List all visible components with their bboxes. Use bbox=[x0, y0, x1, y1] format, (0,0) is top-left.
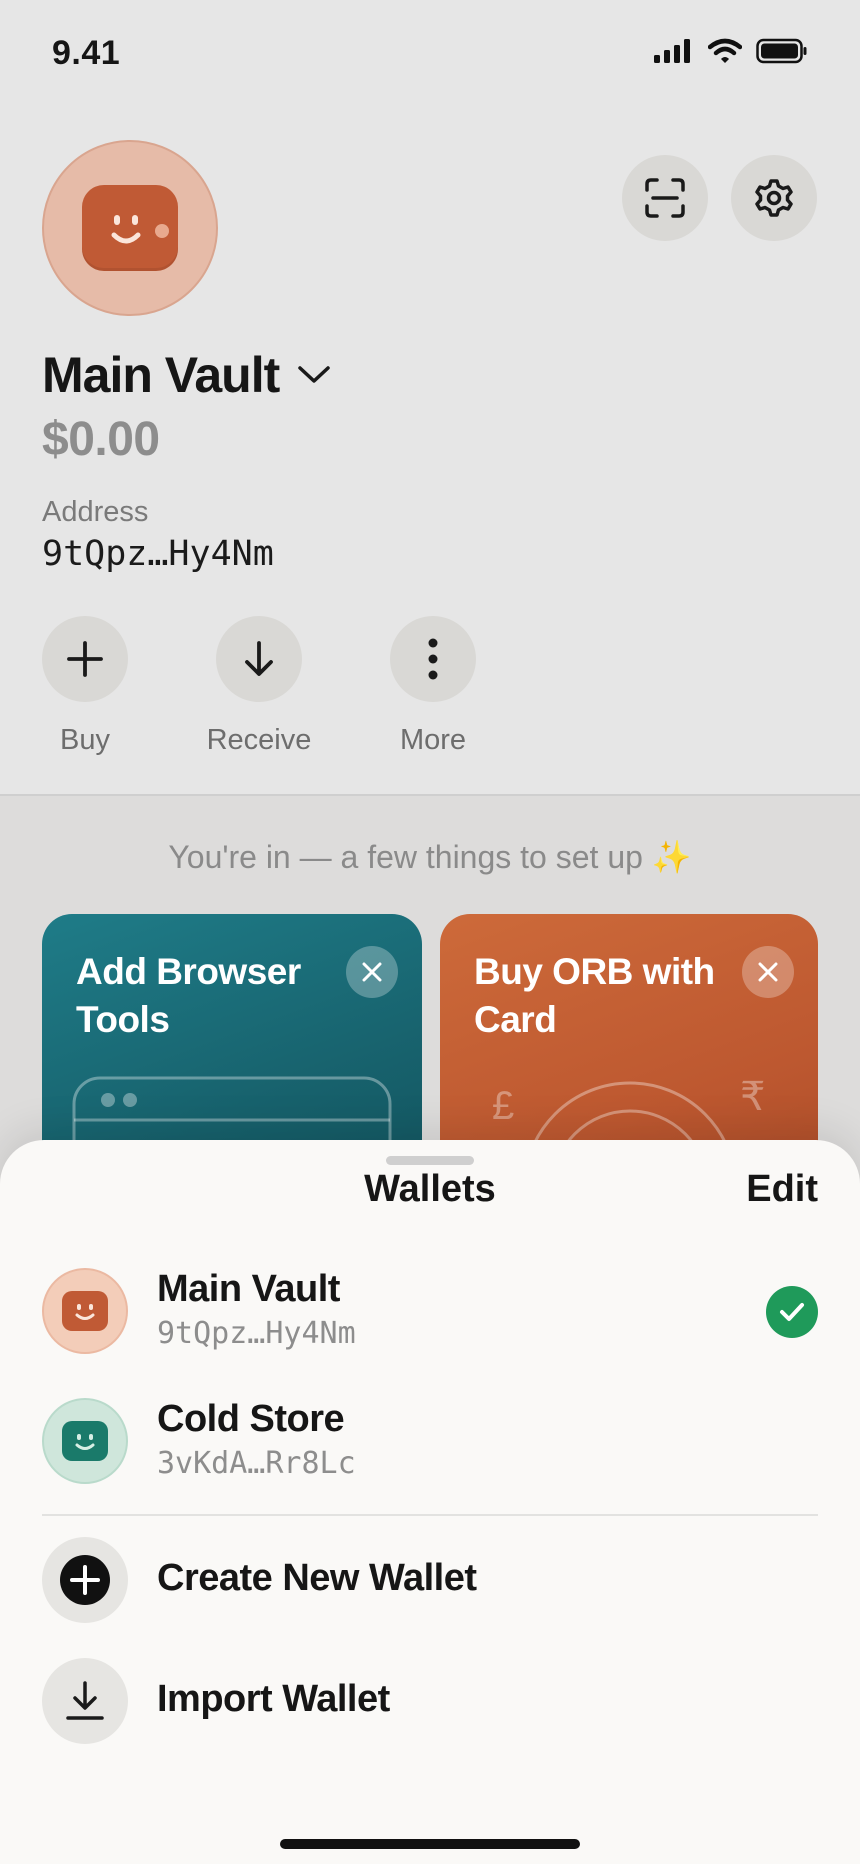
sheet-grabber[interactable] bbox=[386, 1156, 474, 1165]
card-title-line1: Add Browser bbox=[76, 951, 301, 992]
plus-icon bbox=[67, 641, 103, 677]
chevron-down-icon bbox=[298, 366, 331, 383]
receive-label: Receive bbox=[206, 724, 312, 756]
settings-button[interactable] bbox=[731, 155, 817, 241]
battery-icon bbox=[756, 38, 807, 64]
address-label: Address bbox=[42, 496, 149, 528]
home-indicator bbox=[280, 1839, 580, 1849]
plus-circle-icon bbox=[60, 1555, 110, 1605]
wallet-avatar bbox=[42, 1268, 128, 1354]
rupee-symbol: ₹ bbox=[740, 1075, 766, 1119]
import-wallet-button[interactable]: Import Wallet bbox=[0, 1658, 860, 1748]
wallet-address: 3vKdA…Rr8Lc bbox=[157, 1446, 356, 1481]
wallet-avatar-face-icon bbox=[82, 185, 178, 271]
sheet-divider bbox=[42, 1514, 818, 1516]
import-wallet-label: Import Wallet bbox=[157, 1678, 390, 1720]
gear-icon bbox=[755, 179, 793, 217]
more-button[interactable]: More bbox=[373, 616, 493, 757]
wallet-avatar bbox=[42, 1398, 128, 1484]
wallet-face-icon bbox=[62, 1291, 108, 1331]
scan-button[interactable] bbox=[622, 155, 708, 241]
address-value[interactable]: 9tQpz…Hy4Nm bbox=[42, 534, 274, 574]
status-bar: 9.41 bbox=[0, 0, 860, 110]
card-title: Add Browser Tools bbox=[76, 948, 301, 1044]
buy-button[interactable]: Buy bbox=[25, 616, 145, 757]
more-vertical-icon bbox=[428, 638, 438, 680]
selected-check-icon bbox=[766, 1286, 818, 1338]
import-wallet-icon-circle bbox=[42, 1658, 128, 1744]
buy-label: Buy bbox=[60, 724, 110, 756]
wallet-selector[interactable]: Main Vault bbox=[42, 346, 331, 404]
wallet-row-cold-store[interactable]: Cold Store 3vKdA…Rr8Lc bbox=[0, 1392, 860, 1492]
card-title-line2: Tools bbox=[76, 999, 170, 1040]
signal-icon bbox=[654, 39, 690, 63]
wallet-avatar[interactable] bbox=[42, 140, 218, 316]
edit-button[interactable]: Edit bbox=[746, 1168, 818, 1211]
scan-icon bbox=[645, 178, 685, 218]
wallet-name: Main Vault bbox=[157, 1268, 340, 1310]
balance: $0.00 bbox=[42, 413, 160, 466]
wallet-face-icon bbox=[62, 1421, 108, 1461]
receive-button-circle bbox=[216, 616, 302, 702]
wallet-address: 9tQpz…Hy4Nm bbox=[157, 1316, 356, 1351]
card-title-line1: Buy ORB with bbox=[474, 951, 715, 992]
status-icons bbox=[654, 38, 808, 64]
status-time: 9.41 bbox=[52, 34, 121, 72]
create-wallet-icon-circle bbox=[42, 1537, 128, 1623]
buy-button-circle bbox=[42, 616, 128, 702]
wallet-name: Main Vault bbox=[42, 347, 280, 403]
receive-button[interactable]: Receive bbox=[199, 616, 319, 757]
download-icon bbox=[66, 1681, 104, 1720]
create-new-wallet-button[interactable]: Create New Wallet bbox=[0, 1537, 860, 1627]
card-close-button[interactable] bbox=[346, 946, 398, 998]
wallet-row-main-vault[interactable]: Main Vault 9tQpz…Hy4Nm bbox=[0, 1262, 860, 1362]
card-close-button[interactable] bbox=[742, 946, 794, 998]
wifi-icon bbox=[708, 38, 742, 63]
create-wallet-label: Create New Wallet bbox=[157, 1557, 477, 1599]
pound-symbol: £ bbox=[492, 1084, 515, 1128]
arrow-down-icon bbox=[245, 641, 273, 676]
wallets-sheet: Wallets Edit Main Vault 9tQpz…Hy4Nm Cold… bbox=[0, 1140, 860, 1864]
close-icon bbox=[362, 962, 382, 982]
card-title-line2: Card bbox=[474, 999, 557, 1040]
wallet-name: Cold Store bbox=[157, 1398, 345, 1440]
card-title: Buy ORB with Card bbox=[474, 948, 715, 1044]
setup-message: You're in — a few things to set up ✨ bbox=[168, 839, 692, 875]
more-label: More bbox=[399, 724, 467, 756]
sheet-title: Wallets bbox=[364, 1168, 496, 1210]
more-button-circle bbox=[390, 616, 476, 702]
close-icon bbox=[758, 962, 778, 982]
